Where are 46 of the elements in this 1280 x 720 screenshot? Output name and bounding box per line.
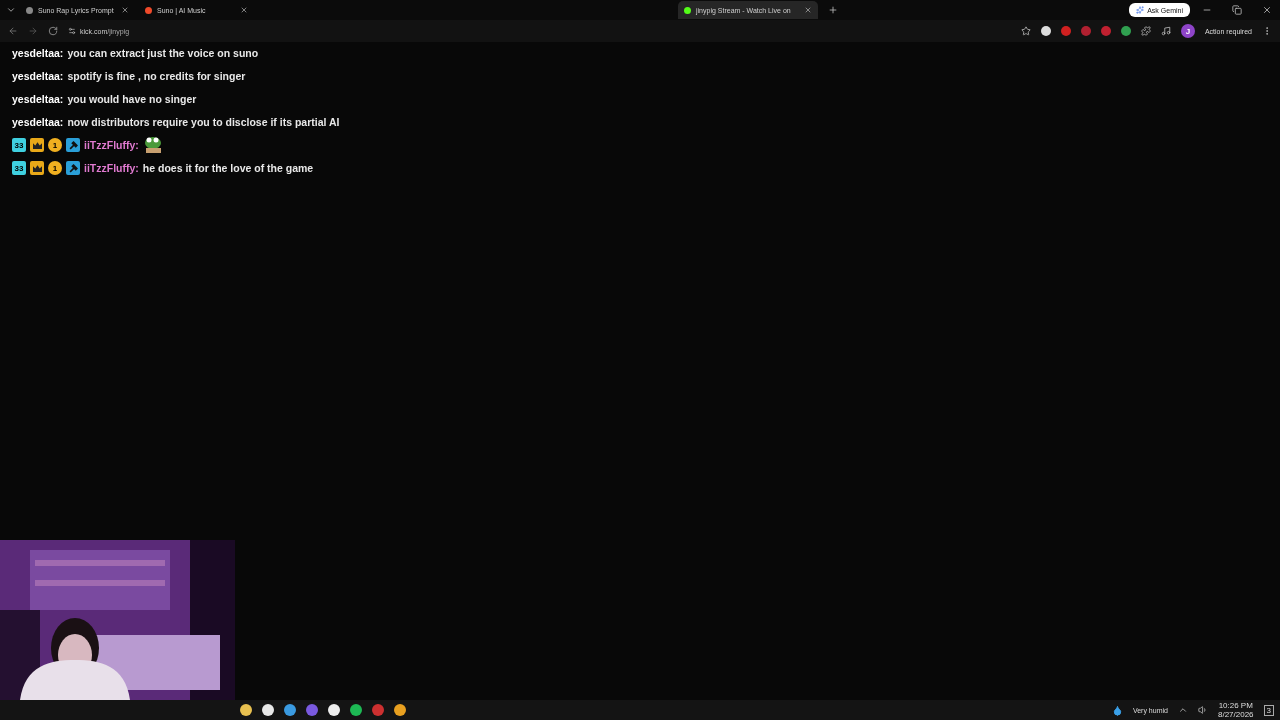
taskbar-app-icon[interactable] (240, 704, 252, 716)
close-icon[interactable] (1262, 5, 1272, 15)
star-icon[interactable] (1020, 26, 1031, 36)
chat-username[interactable]: yesdeltaa: (12, 47, 64, 59)
chat-message: you can extract just the voice on suno (67, 47, 259, 59)
site-info-icon[interactable] (68, 27, 76, 35)
gifter-badge: 1 (48, 138, 62, 152)
taskbar-app-icon[interactable] (394, 704, 406, 716)
chat-username[interactable]: yesdeltaa: (12, 70, 64, 82)
extension-icon[interactable] (1120, 26, 1131, 36)
chevron-icon[interactable] (6, 5, 16, 15)
tab-favicon-icon[interactable] (26, 6, 33, 14)
reload-icon[interactable] (48, 26, 58, 36)
tab-favicon-icon[interactable] (145, 6, 152, 14)
speaker-icon[interactable] (1197, 705, 1208, 715)
water-drop-icon (1111, 704, 1123, 716)
chat-message: spotify is fine , no credits for singer (67, 70, 246, 82)
close-icon[interactable] (804, 6, 812, 14)
close-icon[interactable] (121, 6, 129, 14)
close-icon[interactable] (240, 6, 248, 14)
clock-time[interactable]: 10:26 PM (1218, 701, 1253, 710)
notification-count[interactable]: 3 (1263, 704, 1274, 716)
puzzle-icon[interactable] (1140, 26, 1151, 36)
taskbar-app-icon[interactable] (284, 704, 296, 716)
new-tab-icon[interactable] (828, 5, 838, 15)
subscriber-badge: 33 (12, 138, 26, 152)
tab-favicon-icon[interactable] (684, 6, 691, 14)
clock-date[interactable]: 8/27/2026 (1217, 710, 1254, 719)
chat-message: you would have no singer (67, 93, 197, 105)
sparkle-icon (1136, 6, 1145, 14)
restore-icon[interactable] (1232, 5, 1242, 15)
chat-username[interactable]: iiTzzFluffy: (84, 139, 139, 151)
gifter-badge: 1 (48, 161, 62, 175)
media-icon[interactable] (1160, 26, 1171, 36)
chat-username[interactable]: yesdeltaa: (12, 93, 64, 105)
subscriber-badge: 33 (12, 161, 26, 175)
chat-message: he does it for the love of the game (142, 162, 314, 174)
extension-icon[interactable] (1040, 26, 1051, 36)
chat-username[interactable]: iiTzzFluffy: (84, 162, 139, 174)
taskbar-app-icon[interactable] (328, 704, 340, 716)
taskbar-app-icon[interactable] (262, 704, 274, 716)
taskbar-app-icon[interactable] (350, 704, 362, 716)
chat-message: now distributors require you to disclose if its partial AI (67, 116, 340, 128)
back-icon[interactable] (8, 26, 18, 36)
profile-avatar[interactable]: J (1180, 24, 1195, 38)
chat-username[interactable]: yesdeltaa: (12, 116, 64, 128)
